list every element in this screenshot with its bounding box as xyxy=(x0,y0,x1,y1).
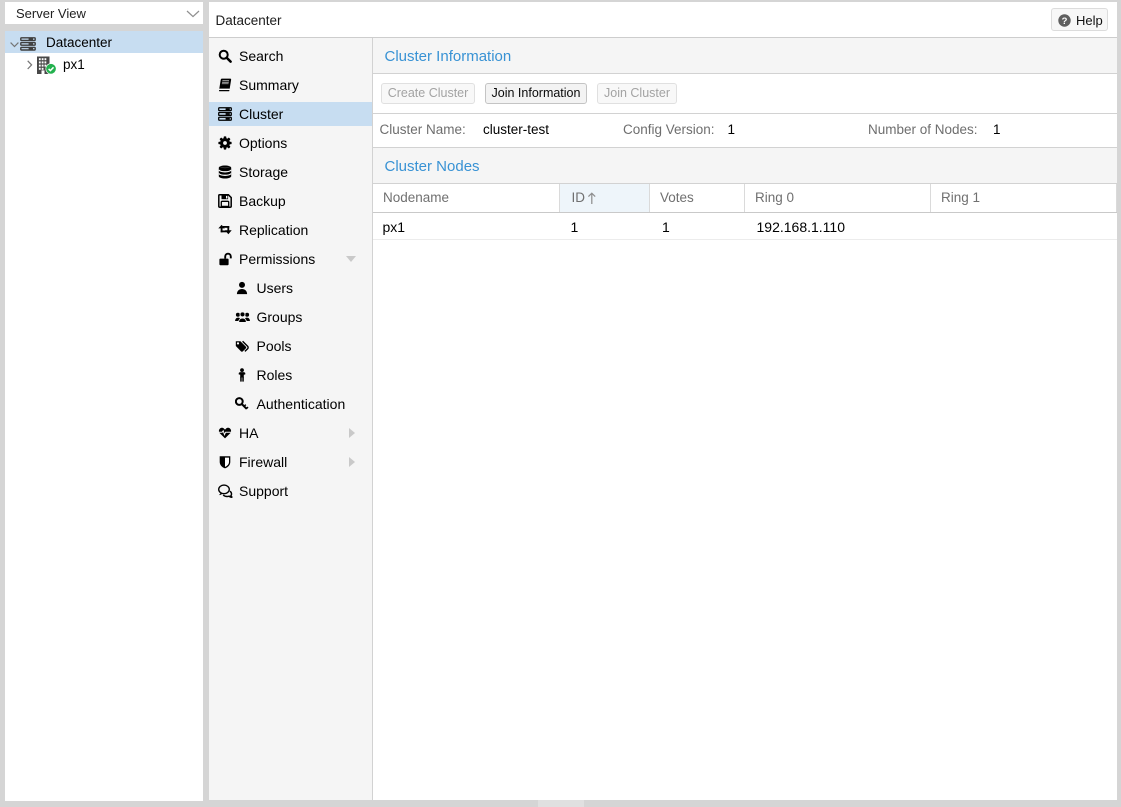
svg-text:?: ? xyxy=(1062,16,1068,27)
